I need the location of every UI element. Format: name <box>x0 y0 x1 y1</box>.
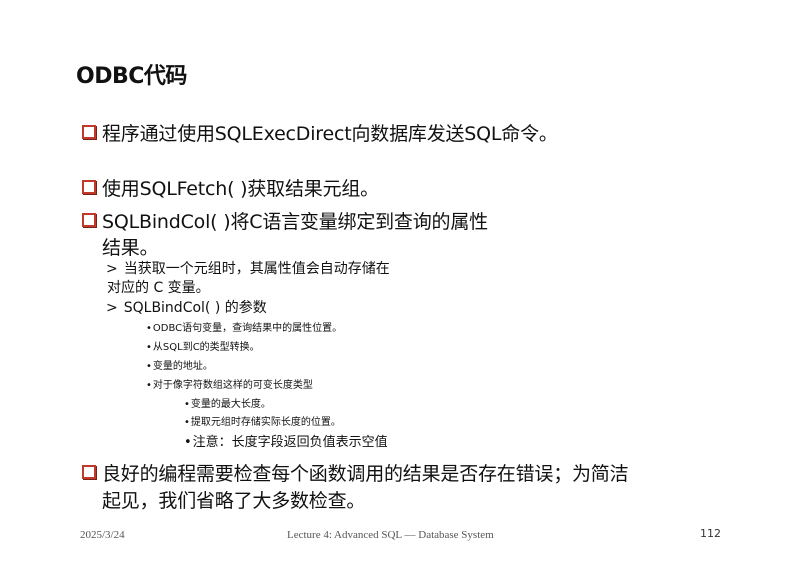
sub-item-auto-store-continuation: 对应的 C 变量。 <box>107 280 210 296</box>
sub-item-bindcol-params: > SQLBindCol( ) 的参数 <box>106 297 267 317</box>
bullet-text: 程序通过使用SQLExecDirect向数据库发送SQL命令。 <box>102 123 558 145</box>
nested-text: 注意：长度字段返回负值表示空值 <box>192 435 388 450</box>
bullet-text: 使用SQLFetch( )获取结果元组。 <box>102 178 379 200</box>
bullet-error-checking: 良好的编程需要检查每个函数调用的结果是否存在错误；为简洁 <box>82 459 629 486</box>
arrow-marker-icon: > <box>106 261 118 277</box>
dot-bullet-icon: • <box>146 380 152 391</box>
param-text: 变量的地址。 <box>152 361 213 372</box>
square-bullet-icon <box>82 125 96 139</box>
nested-text: 提取元组时存储实际长度的位置。 <box>190 417 341 428</box>
dot-bullet-icon: • <box>184 435 192 450</box>
nested-item: •提取元组时存储实际长度的位置。 <box>184 413 341 428</box>
square-bullet-icon <box>82 180 96 194</box>
param-text: 从SQL到C的类型转换。 <box>152 342 260 353</box>
page-number: 112 <box>700 527 721 540</box>
dot-bullet-icon: • <box>184 417 190 428</box>
slide-title: ODBC代码 <box>76 64 187 89</box>
param-text: 对于像字符数组这样的可变长度类型 <box>152 380 313 391</box>
footer-date: 2025/3/24 <box>80 529 125 541</box>
nested-item: •变量的最大长度。 <box>184 395 271 410</box>
bullet-execdirect: 程序通过使用SQLExecDirect向数据库发送SQL命令。 <box>82 119 558 146</box>
nested-text: 变量的最大长度。 <box>190 399 271 410</box>
bullet-error-checking-continuation: 起见，我们省略了大多数检查。 <box>102 490 366 512</box>
dot-bullet-icon: • <box>146 361 152 372</box>
arrow-marker-icon: > <box>106 300 118 316</box>
dot-bullet-icon: • <box>146 342 152 353</box>
bullet-bindcol: SQLBindCol( )将C语言变量绑定到查询的属性 <box>82 207 488 234</box>
param-text: ODBC语句变量，查询结果中的属性位置。 <box>152 323 343 334</box>
param-item: •ODBC语句变量，查询结果中的属性位置。 <box>146 319 342 334</box>
param-item: •从SQL到C的类型转换。 <box>146 338 260 353</box>
param-item: •变量的地址。 <box>146 357 213 372</box>
square-bullet-icon <box>82 213 96 227</box>
footer-lecture-title: Lecture 4: Advanced SQL — Database Syste… <box>287 529 494 541</box>
dot-bullet-icon: • <box>146 323 152 334</box>
square-bullet-icon <box>82 465 96 479</box>
sub-item-auto-store: > 当获取一个元组时，其属性值会自动存储在 <box>106 258 390 278</box>
sub-item-text: SQLBindCol( ) 的参数 <box>123 300 267 316</box>
bullet-fetch: 使用SQLFetch( )获取结果元组。 <box>82 174 379 201</box>
param-item: •对于像字符数组这样的可变长度类型 <box>146 376 313 391</box>
bullet-text: 良好的编程需要检查每个函数调用的结果是否存在错误；为简洁 <box>102 463 629 485</box>
sub-item-text: 当获取一个元组时，其属性值会自动存储在 <box>123 261 390 277</box>
bullet-text: SQLBindCol( )将C语言变量绑定到查询的属性 <box>102 211 488 233</box>
bullet-bindcol-continuation: 结果。 <box>102 237 159 259</box>
dot-bullet-icon: • <box>184 399 190 410</box>
nested-item: •注意：长度字段返回负值表示空值 <box>184 431 388 450</box>
